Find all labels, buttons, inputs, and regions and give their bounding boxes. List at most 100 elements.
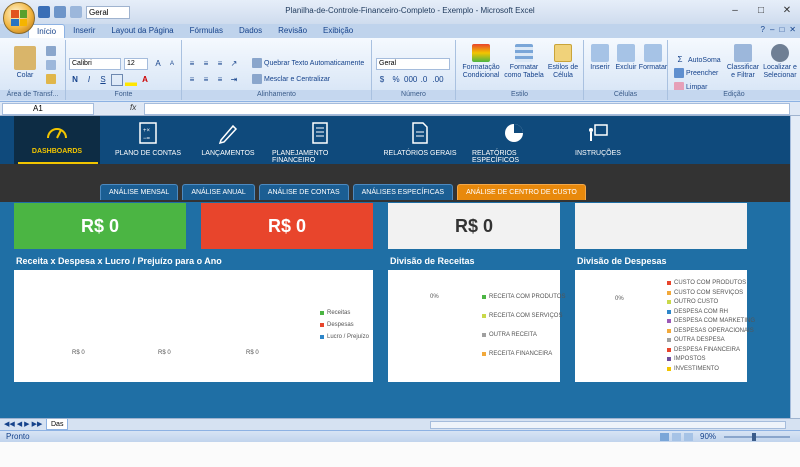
last-sheet-icon[interactable]: ▶▶: [32, 420, 43, 428]
align-right-icon[interactable]: ≡: [214, 74, 226, 86]
nav-lancamentos[interactable]: LANÇAMENTOS: [196, 122, 260, 157]
redo-icon[interactable]: [70, 6, 82, 18]
document-icon: [412, 122, 428, 144]
cells-group-label: Células: [584, 90, 667, 100]
align-middle-icon[interactable]: ≡: [200, 58, 212, 70]
page-break-view-icon[interactable]: [684, 433, 693, 441]
autosum-button[interactable]: Σ AutoSoma: [674, 54, 721, 66]
zoom-level: 90%: [700, 432, 717, 441]
fill-color-icon[interactable]: [125, 74, 137, 86]
minimize-button[interactable]: –: [722, 0, 748, 20]
subtab-centro-de-custo[interactable]: ANÁLISE DE CENTRO DE CUSTO: [457, 184, 586, 200]
undo-icon[interactable]: [54, 6, 66, 18]
subtab-analise-contas[interactable]: ANÁLISE DE CONTAS: [258, 184, 349, 200]
font-size-combo[interactable]: 12: [124, 58, 148, 70]
horizontal-scrollbar[interactable]: [430, 421, 786, 429]
formula-bar: A1 fx: [0, 102, 800, 116]
presentation-icon: [589, 124, 608, 141]
help-icon[interactable]: ?: [761, 25, 765, 34]
insert-function-icon[interactable]: fx: [130, 103, 136, 112]
wrap-text-button[interactable]: Quebrar Texto Automaticamente: [252, 58, 364, 68]
first-sheet-icon[interactable]: ◀◀: [4, 420, 15, 428]
analysis-subtabs: ANÁLISE MENSAL ANÁLISE ANUAL ANÁLISE DE …: [100, 184, 586, 200]
tab-inserir[interactable]: Inserir: [65, 24, 103, 38]
font-color-icon[interactable]: A: [139, 74, 151, 86]
tab-exibicao[interactable]: Exibição: [315, 24, 361, 38]
conditional-format-label: Formatação Condicional: [462, 64, 500, 79]
delete-cells-button[interactable]: Excluir: [614, 44, 638, 72]
copy-button[interactable]: [46, 60, 56, 70]
format-as-table-button[interactable]: Formatar como Tabela: [504, 44, 544, 80]
underline-button[interactable]: S: [97, 74, 109, 86]
subtab-analise-mensal[interactable]: ANÁLISE MENSAL: [100, 184, 179, 200]
zoom-slider-thumb[interactable]: [752, 433, 756, 441]
conditional-format-button[interactable]: Formatação Condicional: [460, 44, 502, 80]
nav-relatorios-gerais[interactable]: RELATÓRIOS GERAIS: [382, 122, 458, 157]
comma-icon[interactable]: 000: [404, 74, 417, 86]
office-button[interactable]: [3, 2, 35, 34]
nav-instrucoes[interactable]: INSTRUÇÕES: [572, 122, 624, 157]
indent-icon[interactable]: ⇥: [228, 74, 240, 86]
insert-cells-button[interactable]: Inserir: [588, 44, 612, 72]
qat-format-combo[interactable]: Geral: [86, 5, 130, 19]
cell-styles-button[interactable]: Estilos de Célula: [546, 44, 580, 80]
align-center-icon[interactable]: ≡: [200, 74, 212, 86]
tab-inicio[interactable]: Início: [28, 24, 66, 38]
merge-center-button[interactable]: Mesclar e Centralizar: [252, 74, 330, 84]
decrease-decimal-icon[interactable]: .00: [432, 74, 444, 86]
subtab-analises-especificas[interactable]: ANÁLISES ESPECÍFICAS: [352, 184, 454, 200]
paste-button[interactable]: Colar: [14, 46, 36, 80]
page-layout-view-icon[interactable]: [672, 433, 681, 441]
bold-button[interactable]: N: [69, 74, 81, 86]
close-button[interactable]: ✕: [774, 0, 800, 20]
fill-button[interactable]: Preencher: [674, 68, 718, 78]
zoom-slider[interactable]: [724, 436, 790, 438]
doc-close-button[interactable]: ✕: [789, 25, 796, 34]
font-name-combo[interactable]: Calibri: [69, 58, 121, 70]
maximize-button[interactable]: □: [748, 0, 774, 20]
increase-decimal-icon[interactable]: .0: [418, 74, 430, 86]
nav-dashboards[interactable]: DASHBOARDS: [14, 116, 100, 164]
percent-icon[interactable]: %: [390, 74, 402, 86]
pie-chart-icon: [505, 124, 523, 142]
formula-input[interactable]: [144, 103, 790, 115]
nav-plano-de-contas[interactable]: +× −= PLANO DE CONTAS: [112, 122, 184, 157]
subtab-analise-anual[interactable]: ANÁLISE ANUAL: [182, 184, 255, 200]
shrink-font-icon[interactable]: A: [166, 58, 178, 70]
italic-button[interactable]: I: [83, 74, 95, 86]
nav-relatorios-especificos[interactable]: RELATÓRIOS ESPECÍFICOS: [472, 122, 556, 164]
save-icon[interactable]: [38, 6, 50, 18]
legend-swatch: [667, 328, 671, 333]
next-sheet-icon[interactable]: ▶: [24, 420, 29, 428]
orientation-icon[interactable]: ↗: [228, 58, 240, 70]
vertical-scrollbar[interactable]: [790, 116, 800, 418]
currency-icon[interactable]: $: [376, 74, 388, 86]
align-left-icon[interactable]: ≡: [186, 74, 198, 86]
sheet-area[interactable]: DASHBOARDS +× −= PLANO DE CONTAS LANÇAMEN…: [0, 116, 790, 418]
tab-revisao[interactable]: Revisão: [270, 24, 315, 38]
format-as-table-label: Formatar como Tabela: [504, 64, 544, 79]
borders-icon[interactable]: [111, 74, 123, 86]
sort-filter-button[interactable]: Classificar e Filtrar: [726, 44, 760, 80]
sheet-tab-active[interactable]: Das: [46, 419, 69, 430]
normal-view-icon[interactable]: [660, 433, 669, 441]
find-select-button[interactable]: Localizar e Selecionar: [762, 44, 798, 80]
format-painter-button[interactable]: [46, 74, 56, 84]
doc-restore-button[interactable]: □: [779, 25, 784, 34]
prev-sheet-icon[interactable]: ◀: [17, 420, 22, 428]
cells-group: Inserir Excluir Formatar Células: [584, 40, 668, 100]
tab-layout[interactable]: Layout da Página: [103, 24, 181, 38]
name-box[interactable]: A1: [2, 103, 94, 115]
nav-planejamento[interactable]: PLANEJAMENTO FINANCEIRO: [272, 122, 368, 164]
format-cells-button[interactable]: Formatar: [639, 44, 667, 72]
number-format-combo[interactable]: Geral: [376, 58, 450, 70]
align-bottom-icon[interactable]: ≡: [214, 58, 226, 70]
kpi-despesa: R$ 0: [201, 203, 373, 249]
align-top-icon[interactable]: ≡: [186, 58, 198, 70]
tab-dados[interactable]: Dados: [231, 24, 270, 38]
cut-button[interactable]: [46, 46, 56, 56]
tab-formulas[interactable]: Fórmulas: [182, 24, 231, 38]
legend-swatch: [482, 352, 486, 356]
grow-font-icon[interactable]: A: [152, 58, 164, 70]
doc-minimize-button[interactable]: –: [770, 25, 774, 34]
